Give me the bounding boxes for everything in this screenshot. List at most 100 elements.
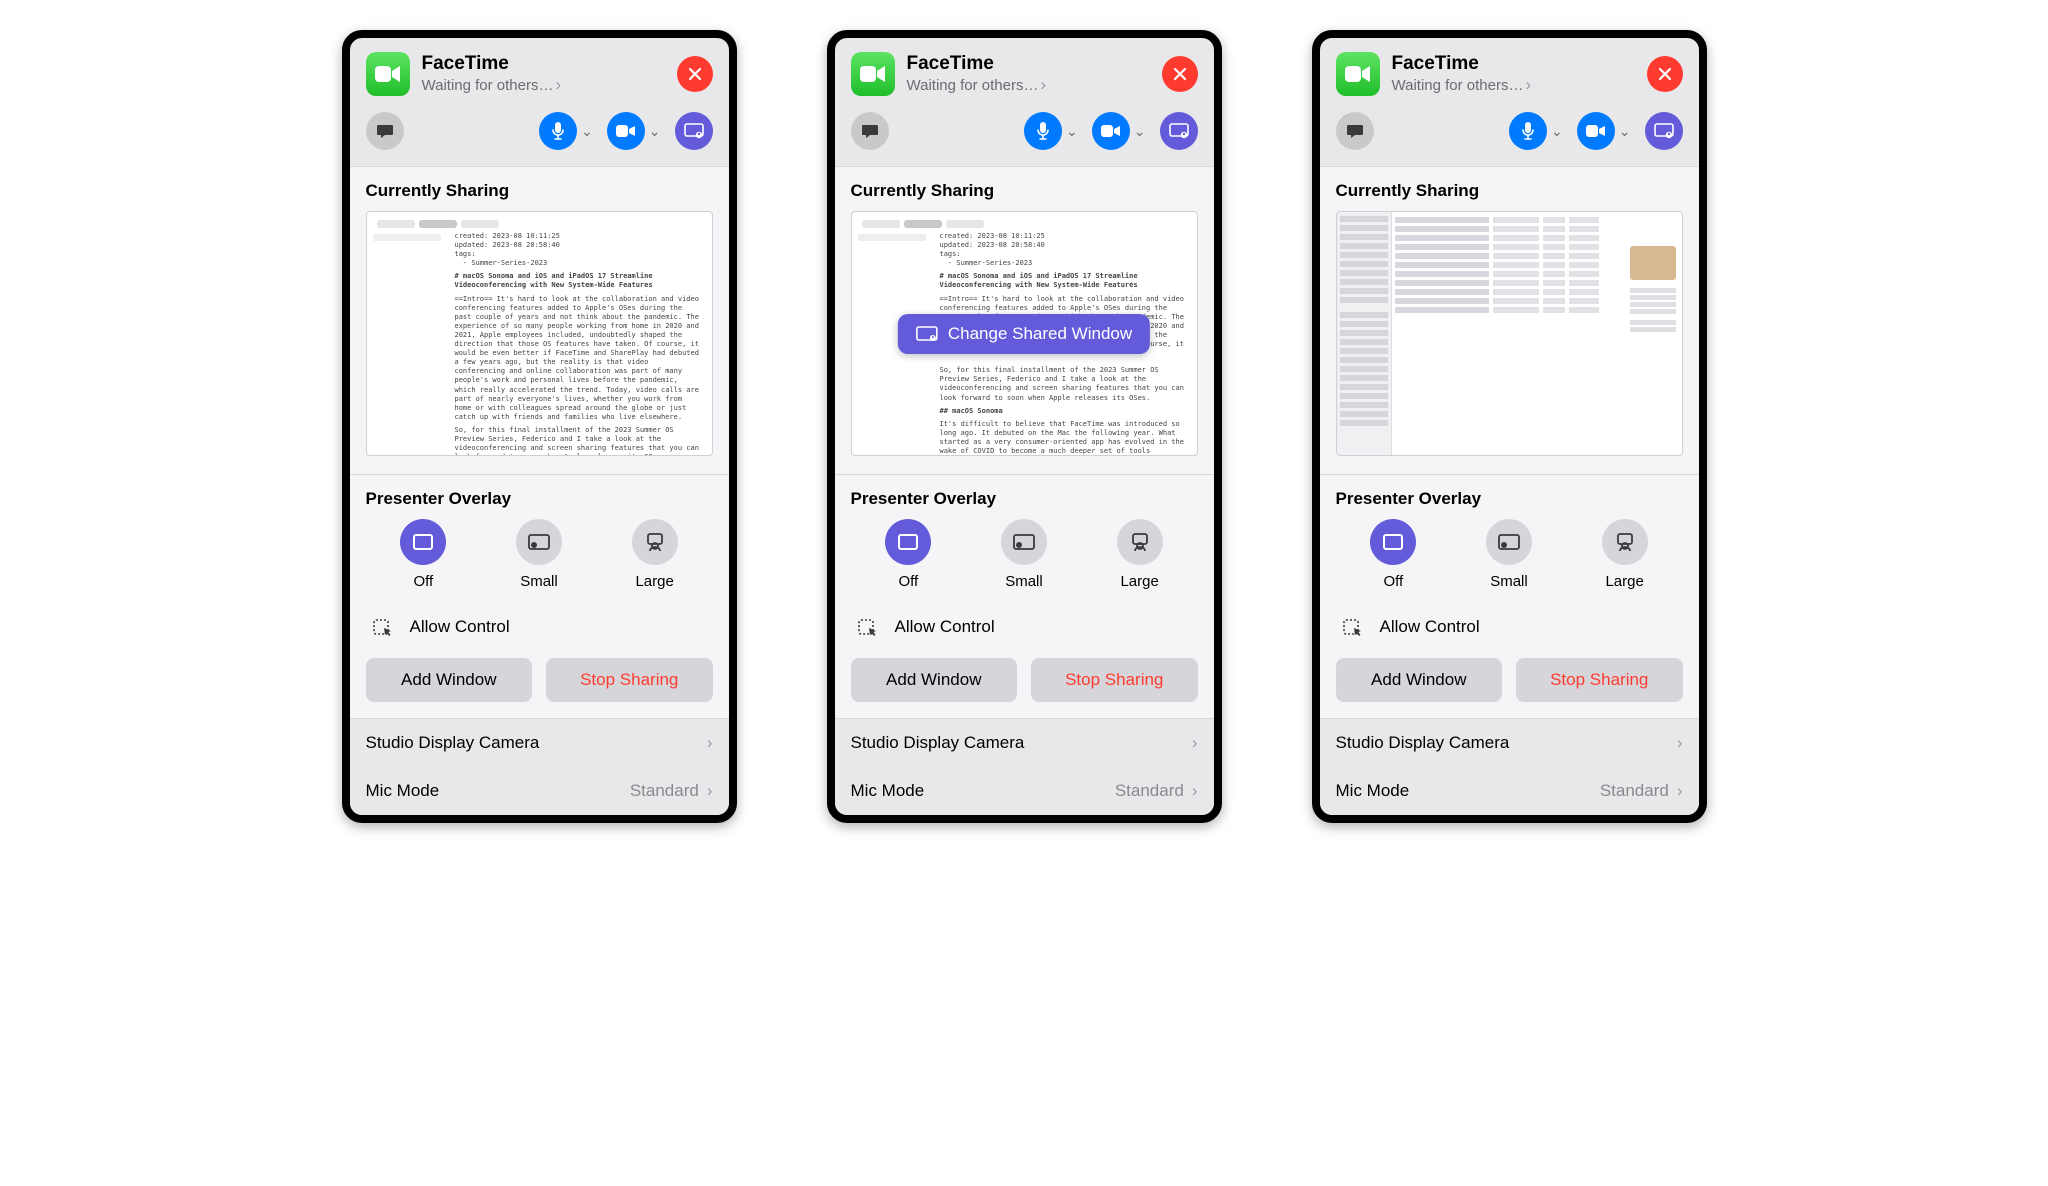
- chevron-down-icon[interactable]: ⌄: [1066, 123, 1078, 140]
- add-window-button[interactable]: Add Window: [1336, 658, 1503, 702]
- stop-sharing-button[interactable]: Stop Sharing: [546, 658, 713, 702]
- chevron-right-icon: ›: [1041, 75, 1047, 95]
- overlay-off[interactable]: Off: [400, 519, 446, 590]
- speech-bubble-icon: [1346, 122, 1364, 140]
- presenter-overlay-title: Presenter Overlay: [366, 489, 713, 509]
- sharing-preview[interactable]: created: 2023-08 10:11:25updated: 2023-0…: [851, 211, 1198, 456]
- call-toolbar: ⌄ ⌄: [350, 102, 729, 166]
- header: FaceTime Waiting for others… ›: [1320, 38, 1699, 102]
- mic-group: ⌄: [1024, 112, 1078, 150]
- header: FaceTime Waiting for others… ›: [835, 38, 1214, 102]
- screen-share-icon: [1169, 123, 1189, 139]
- camera-group: ⌄: [607, 112, 661, 150]
- presenter-overlay-title: Presenter Overlay: [851, 489, 1198, 509]
- screen-share-icon: [684, 123, 704, 139]
- call-toolbar: ⌄ ⌄: [835, 102, 1214, 166]
- camera-button[interactable]: [1577, 112, 1615, 150]
- chevron-down-icon[interactable]: ⌄: [581, 123, 593, 140]
- chevron-right-icon: ›: [556, 75, 562, 95]
- facetime-share-panel-finder: FaceTime Waiting for others… › ⌄ ⌄: [1312, 30, 1707, 823]
- chevron-right-icon: ›: [1677, 781, 1683, 801]
- overlay-off[interactable]: Off: [1370, 519, 1416, 590]
- close-icon: [1172, 66, 1188, 82]
- overlay-small[interactable]: Small: [1486, 519, 1532, 590]
- camera-group: ⌄: [1092, 112, 1146, 150]
- app-subtitle[interactable]: Waiting for others… ›: [422, 75, 665, 95]
- chevron-down-icon[interactable]: ⌄: [1551, 123, 1563, 140]
- mic-button[interactable]: [1024, 112, 1062, 150]
- facetime-app-icon: [366, 52, 410, 96]
- overlay-off[interactable]: Off: [885, 519, 931, 590]
- settings-list: Studio Display Camera › Mic Mode Standar…: [350, 719, 729, 815]
- mic-mode-row[interactable]: Mic Mode Standard ›: [1320, 767, 1699, 815]
- add-window-button[interactable]: Add Window: [366, 658, 533, 702]
- speech-bubble-icon: [861, 122, 879, 140]
- overlay-small[interactable]: Small: [1001, 519, 1047, 590]
- chevron-right-icon: ›: [1526, 75, 1532, 95]
- close-button[interactable]: [1162, 56, 1198, 92]
- mic-mode-row[interactable]: Mic Mode Standard ›: [835, 767, 1214, 815]
- mic-button[interactable]: [1509, 112, 1547, 150]
- app-subtitle[interactable]: Waiting for others… ›: [1392, 75, 1635, 95]
- video-camera-icon: [1101, 124, 1121, 138]
- video-camera-icon: [616, 124, 636, 138]
- chevron-right-icon: ›: [707, 781, 713, 801]
- overlay-small-icon: [516, 519, 562, 565]
- share-screen-button[interactable]: [1160, 112, 1198, 150]
- presenter-overlay-options: Off Small Large: [1336, 519, 1683, 590]
- sharing-preview-finder[interactable]: [1336, 211, 1683, 456]
- currently-sharing-title: Currently Sharing: [1336, 181, 1683, 201]
- messages-button[interactable]: [366, 112, 404, 150]
- mic-group: ⌄: [539, 112, 593, 150]
- overlay-large[interactable]: Large: [632, 519, 678, 590]
- close-icon: [687, 66, 703, 82]
- close-icon: [1657, 66, 1673, 82]
- stop-sharing-button[interactable]: Stop Sharing: [1516, 658, 1683, 702]
- share-buttons: Add Window Stop Sharing: [851, 658, 1198, 702]
- mic-mode-row[interactable]: Mic Mode Standard ›: [350, 767, 729, 815]
- app-title: FaceTime: [422, 53, 665, 75]
- app-title: FaceTime: [907, 53, 1150, 75]
- facetime-share-panel-hover: FaceTime Waiting for others… › ⌄ ⌄: [827, 30, 1222, 823]
- messages-button[interactable]: [1336, 112, 1374, 150]
- overlay-small[interactable]: Small: [516, 519, 562, 590]
- chevron-down-icon[interactable]: ⌄: [1619, 123, 1631, 140]
- camera-button[interactable]: [1092, 112, 1130, 150]
- screen-share-icon: [1654, 123, 1674, 139]
- chevron-right-icon: ›: [1677, 733, 1683, 753]
- video-camera-icon: [1586, 124, 1606, 138]
- camera-button[interactable]: [607, 112, 645, 150]
- change-shared-window-button[interactable]: Change Shared Window: [898, 314, 1150, 354]
- share-screen-button[interactable]: [1645, 112, 1683, 150]
- overlay-large[interactable]: Large: [1602, 519, 1648, 590]
- share-screen-button[interactable]: [675, 112, 713, 150]
- overlay-small-icon: [1001, 519, 1047, 565]
- chevron-down-icon[interactable]: ⌄: [1134, 123, 1146, 140]
- allow-control-row[interactable]: Allow Control: [851, 600, 1198, 644]
- facetime-share-panel: FaceTime Waiting for others… › ⌄ ⌄: [342, 30, 737, 823]
- allow-control-icon: [1340, 614, 1366, 640]
- mic-button[interactable]: [539, 112, 577, 150]
- header-text: FaceTime Waiting for others… ›: [422, 53, 665, 95]
- close-button[interactable]: [1647, 56, 1683, 92]
- camera-row[interactable]: Studio Display Camera ›: [1320, 719, 1699, 767]
- allow-control-row[interactable]: Allow Control: [1336, 600, 1683, 644]
- close-button[interactable]: [677, 56, 713, 92]
- chevron-down-icon[interactable]: ⌄: [649, 123, 661, 140]
- facetime-app-icon: [851, 52, 895, 96]
- currently-sharing-section: Currently Sharing: [1320, 166, 1699, 475]
- presenter-overlay-title: Presenter Overlay: [1336, 489, 1683, 509]
- camera-row[interactable]: Studio Display Camera ›: [835, 719, 1214, 767]
- camera-group: ⌄: [1577, 112, 1631, 150]
- overlay-large-icon: [632, 519, 678, 565]
- sharing-preview[interactable]: created: 2023-08 10:11:25updated: 2023-0…: [366, 211, 713, 456]
- stop-sharing-button[interactable]: Stop Sharing: [1031, 658, 1198, 702]
- app-subtitle[interactable]: Waiting for others… ›: [907, 75, 1150, 95]
- messages-button[interactable]: [851, 112, 889, 150]
- overlay-large[interactable]: Large: [1117, 519, 1163, 590]
- add-window-button[interactable]: Add Window: [851, 658, 1018, 702]
- overlay-off-icon: [885, 519, 931, 565]
- currently-sharing-section: Currently Sharing created: 2023-08 10:11…: [350, 166, 729, 475]
- allow-control-row[interactable]: Allow Control: [366, 600, 713, 644]
- camera-row[interactable]: Studio Display Camera ›: [350, 719, 729, 767]
